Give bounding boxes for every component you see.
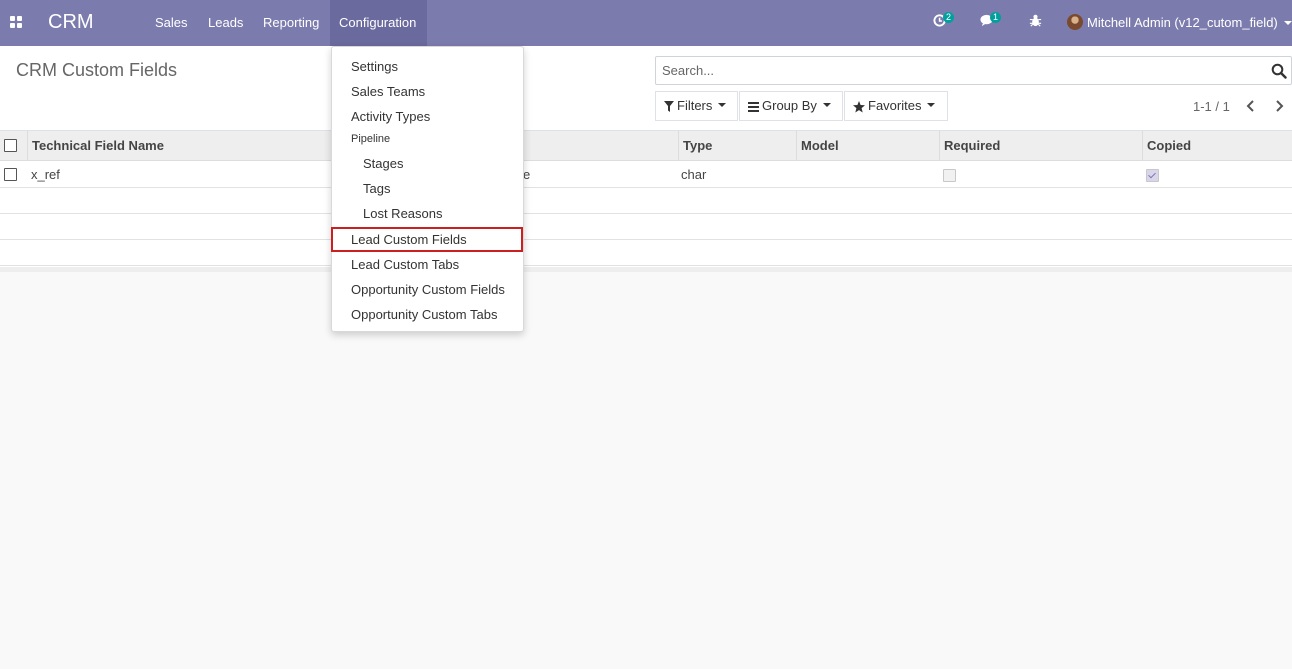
menu-item-tags[interactable]: Tags bbox=[332, 176, 523, 201]
menu-item-lost-reasons[interactable]: Lost Reasons bbox=[332, 201, 523, 226]
table-footer bbox=[0, 267, 1292, 272]
configuration-dropdown: Settings Sales Teams Activity Types Pipe… bbox=[331, 46, 524, 332]
filters-caret-icon bbox=[718, 102, 727, 107]
menu-reporting[interactable]: Reporting bbox=[254, 0, 328, 46]
select-all-checkbox[interactable] bbox=[4, 139, 17, 152]
activity-count-badge: 2 bbox=[943, 12, 955, 23]
favorites-star-icon bbox=[853, 100, 865, 113]
cell-technical-name: x_ref bbox=[31, 167, 60, 182]
filters-button[interactable]: Filters bbox=[655, 91, 738, 121]
menu-configuration[interactable]: Configuration bbox=[330, 0, 427, 46]
user-menu-caret-icon[interactable] bbox=[1284, 21, 1292, 25]
page-title: CRM Custom Fields bbox=[16, 60, 178, 80]
pager-value[interactable]: 1-1 / 1 bbox=[1193, 99, 1230, 114]
user-menu-name[interactable]: Mitchell Admin (v12_cutom_field) bbox=[1087, 15, 1278, 30]
favorites-button[interactable]: Favorites bbox=[844, 91, 948, 121]
menu-item-lead-custom-tabs[interactable]: Lead Custom Tabs bbox=[332, 252, 523, 277]
cell-copied-checkbox bbox=[1146, 169, 1159, 182]
group-by-caret-icon bbox=[822, 102, 831, 107]
cell-hidden-fragment: e bbox=[523, 167, 531, 182]
message-count-badge: 1 bbox=[990, 12, 1002, 23]
favorites-caret-icon bbox=[927, 102, 936, 107]
empty-row bbox=[0, 188, 1292, 214]
control-panel: CRM Custom Fields Filters Group By Favor… bbox=[0, 46, 1292, 131]
cell-required-checkbox bbox=[943, 169, 956, 182]
group-by-button[interactable]: Group By bbox=[739, 91, 843, 121]
empty-row bbox=[0, 214, 1292, 240]
menu-item-sales-teams[interactable]: Sales Teams bbox=[332, 79, 523, 104]
apps-grid-icon[interactable] bbox=[10, 16, 23, 29]
menu-item-activity-types[interactable]: Activity Types bbox=[332, 104, 523, 129]
column-required[interactable]: Required bbox=[939, 131, 1142, 161]
filter-funnel-icon bbox=[664, 101, 674, 113]
row-select-checkbox[interactable] bbox=[4, 168, 17, 181]
column-copied[interactable]: Copied bbox=[1142, 131, 1292, 161]
pager-next-icon[interactable] bbox=[1271, 97, 1287, 115]
list-view: Technical Field Name Type Model Required… bbox=[0, 131, 1292, 272]
table-header: Technical Field Name Type Model Required… bbox=[0, 131, 1292, 161]
filters-label: Filters bbox=[677, 98, 713, 113]
menu-item-opportunity-custom-tabs[interactable]: Opportunity Custom Tabs bbox=[332, 302, 523, 327]
column-model[interactable]: Model bbox=[796, 131, 939, 161]
user-avatar[interactable] bbox=[1067, 14, 1083, 30]
table-row[interactable]: x_ref e char bbox=[0, 162, 1292, 188]
search-icon[interactable] bbox=[1271, 63, 1287, 79]
top-navbar: CRM Sales Leads Reporting Configuration … bbox=[0, 0, 1292, 46]
menu-header-pipeline: Pipeline bbox=[351, 133, 391, 145]
menu-item-stages[interactable]: Stages bbox=[332, 151, 523, 176]
group-by-bars-icon bbox=[748, 101, 759, 112]
menu-item-lead-custom-fields[interactable]: Lead Custom Fields bbox=[331, 227, 523, 252]
pager-previous-icon[interactable] bbox=[1243, 97, 1259, 115]
cell-type: char bbox=[681, 167, 707, 182]
menu-item-opportunity-custom-fields[interactable]: Opportunity Custom Fields bbox=[332, 277, 523, 302]
search-box bbox=[655, 56, 1292, 85]
messages-chat-icon[interactable]: 1 bbox=[980, 12, 1002, 33]
empty-row bbox=[0, 240, 1292, 266]
menu-sales[interactable]: Sales bbox=[146, 0, 197, 46]
menu-item-settings[interactable]: Settings bbox=[332, 54, 523, 79]
search-input[interactable] bbox=[656, 57, 1256, 84]
activity-clock-icon[interactable]: 2 bbox=[933, 12, 955, 33]
column-type[interactable]: Type bbox=[678, 131, 796, 161]
debug-bug-icon[interactable] bbox=[1028, 13, 1048, 33]
app-brand[interactable]: CRM bbox=[48, 11, 94, 34]
favorites-label: Favorites bbox=[868, 98, 922, 113]
menu-leads[interactable]: Leads bbox=[199, 0, 252, 46]
group-by-label: Group By bbox=[762, 98, 817, 113]
